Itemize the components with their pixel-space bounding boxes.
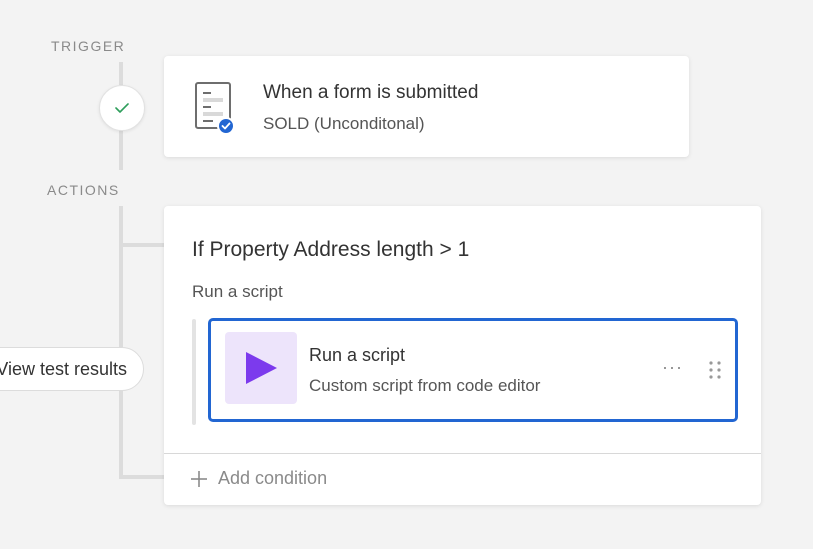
condition-card[interactable]: If Property Address length > 1 Run a scr… [164, 206, 761, 505]
flow-branch-connector-top [119, 243, 164, 247]
add-condition-label: Add condition [218, 468, 328, 488]
trigger-status-indicator [99, 85, 145, 131]
actions-section-label: ACTIONS [47, 182, 120, 198]
run-script-action-card[interactable]: Run a script Custom script from code edi… [208, 318, 738, 422]
trigger-subtitle: SOLD (Unconditonal) [263, 114, 425, 133]
card-divider [164, 453, 761, 454]
trigger-card[interactable]: When a form is submitted SOLD (Uncondito… [164, 56, 689, 157]
drag-handle-icon[interactable] [708, 360, 722, 380]
script-icon-tile [225, 332, 297, 404]
script-title: Run a script [309, 345, 406, 365]
script-subtitle: Custom script from code editor [309, 376, 541, 395]
flow-rail-middle [119, 129, 123, 170]
checkmark-icon [115, 103, 129, 113]
trigger-section-label: TRIGGER [51, 38, 126, 54]
flow-rail-actions [119, 206, 123, 347]
branch-rail [192, 319, 196, 425]
branch-label: Run a script [192, 282, 283, 301]
plus-icon [191, 470, 207, 487]
form-document-icon [194, 81, 236, 135]
trigger-title: When a form is submitted [263, 82, 479, 103]
flow-rail-bottom [119, 391, 123, 479]
flow-branch-connector-bottom [119, 475, 164, 479]
condition-title: If Property Address length > 1 [192, 238, 470, 261]
more-options-icon[interactable]: ··· [662, 357, 683, 378]
view-test-results-button[interactable]: View test results [0, 347, 144, 391]
play-icon [246, 352, 277, 384]
flow-rail-top [119, 62, 123, 85]
add-condition-button[interactable]: Add condition [190, 468, 327, 489]
